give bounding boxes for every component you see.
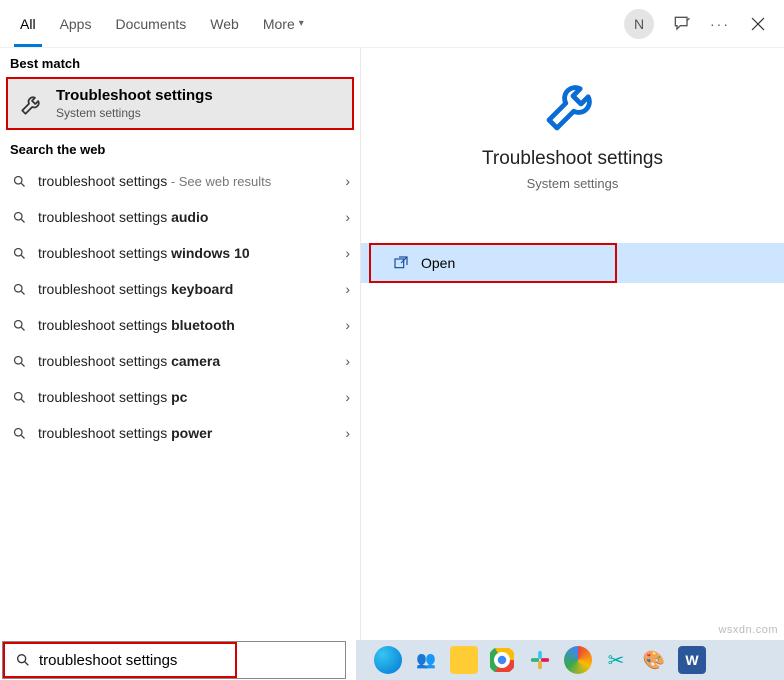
search-icon <box>10 174 28 189</box>
chevron-right-icon: › <box>345 209 350 225</box>
body: Best match Troubleshoot settings System … <box>0 48 784 640</box>
web-result-text: troubleshoot settings audio <box>38 209 335 225</box>
user-avatar[interactable]: N <box>624 9 654 39</box>
taskbar: 👥 ✂ 🎨 W <box>356 640 784 680</box>
search-icon <box>10 354 28 369</box>
search-icon <box>10 390 28 405</box>
web-result-text: troubleshoot settings windows 10 <box>38 245 335 261</box>
close-icon[interactable] <box>748 14 768 34</box>
search-icon <box>10 246 28 261</box>
taskbar-edge-icon[interactable] <box>374 646 402 674</box>
wrench-large-icon <box>541 72 605 136</box>
web-result-text: troubleshoot settings keyboard <box>38 281 335 297</box>
web-result-item[interactable]: troubleshoot settings power › <box>0 415 360 451</box>
taskbar-explorer-icon[interactable] <box>450 646 478 674</box>
chevron-right-icon: › <box>345 389 350 405</box>
taskbar-slack-icon[interactable] <box>526 646 554 674</box>
preview-subtitle: System settings <box>527 176 619 191</box>
open-label: Open <box>421 255 455 271</box>
chevron-right-icon: › <box>345 425 350 441</box>
header-actions: N ··· <box>624 9 776 39</box>
search-icon <box>10 210 28 225</box>
search-box[interactable] <box>2 641 346 679</box>
tab-web[interactable]: Web <box>198 0 251 47</box>
search-web-label: Search the web <box>0 134 360 163</box>
taskbar-app7-icon[interactable]: ✂ <box>602 646 630 674</box>
best-match-subtitle: System settings <box>56 106 213 120</box>
best-match-label: Best match <box>0 48 360 77</box>
web-result-text: troubleshoot settings power <box>38 425 335 441</box>
chevron-right-icon: › <box>345 353 350 369</box>
taskbar-word-icon[interactable]: W <box>678 646 706 674</box>
tab-all[interactable]: All <box>8 0 48 47</box>
more-options-icon[interactable]: ··· <box>710 14 730 34</box>
chevron-right-icon: › <box>345 245 350 261</box>
web-result-item[interactable]: troubleshoot settings keyboard › <box>0 271 360 307</box>
web-results-list: troubleshoot settings - See web results ›… <box>0 163 360 451</box>
search-input[interactable] <box>39 652 238 669</box>
preview-pane: Troubleshoot settings System settings Op… <box>360 48 784 640</box>
tab-apps[interactable]: Apps <box>48 0 104 47</box>
web-result-text: troubleshoot settings bluetooth <box>38 317 335 333</box>
results-column: Best match Troubleshoot settings System … <box>0 48 360 640</box>
web-result-text: troubleshoot settings - See web results <box>38 173 335 189</box>
search-icon <box>10 318 28 333</box>
taskbar-teams-icon[interactable]: 👥 <box>412 646 440 674</box>
header: All Apps Documents Web More▾ N ··· <box>0 0 784 48</box>
tab-more[interactable]: More▾ <box>251 0 316 47</box>
search-panel: All Apps Documents Web More▾ N ··· Best … <box>0 0 784 640</box>
web-result-item[interactable]: troubleshoot settings - See web results › <box>0 163 360 199</box>
web-result-text: troubleshoot settings pc <box>38 389 335 405</box>
web-result-text: troubleshoot settings camera <box>38 353 335 369</box>
chevron-right-icon: › <box>345 173 350 189</box>
taskbar-chrome-icon[interactable] <box>488 646 516 674</box>
best-match-result[interactable]: Troubleshoot settings System settings <box>6 77 354 130</box>
web-result-item[interactable]: troubleshoot settings windows 10 › <box>0 235 360 271</box>
chevron-right-icon: › <box>345 281 350 297</box>
tab-documents[interactable]: Documents <box>103 0 198 47</box>
preview-header: Troubleshoot settings System settings <box>361 48 784 203</box>
web-result-item[interactable]: troubleshoot settings pc › <box>0 379 360 415</box>
taskbar-paint-icon[interactable]: 🎨 <box>640 646 668 674</box>
taskbar-app6-icon[interactable] <box>564 646 592 674</box>
chevron-down-icon: ▾ <box>299 18 304 29</box>
watermark: wsxdn.com <box>718 624 778 636</box>
preview-title: Troubleshoot settings <box>482 148 663 170</box>
web-result-item[interactable]: troubleshoot settings audio › <box>0 199 360 235</box>
search-icon <box>15 652 31 668</box>
wrench-icon <box>18 90 46 118</box>
open-icon <box>393 255 409 271</box>
chevron-right-icon: › <box>345 317 350 333</box>
web-result-item[interactable]: troubleshoot settings camera › <box>0 343 360 379</box>
web-result-item[interactable]: troubleshoot settings bluetooth › <box>0 307 360 343</box>
open-action[interactable]: Open <box>361 243 784 283</box>
search-icon <box>10 282 28 297</box>
filter-tabs: All Apps Documents Web More▾ <box>8 0 316 47</box>
search-icon <box>10 426 28 441</box>
best-match-title: Troubleshoot settings <box>56 87 213 104</box>
feedback-icon[interactable] <box>672 14 692 34</box>
